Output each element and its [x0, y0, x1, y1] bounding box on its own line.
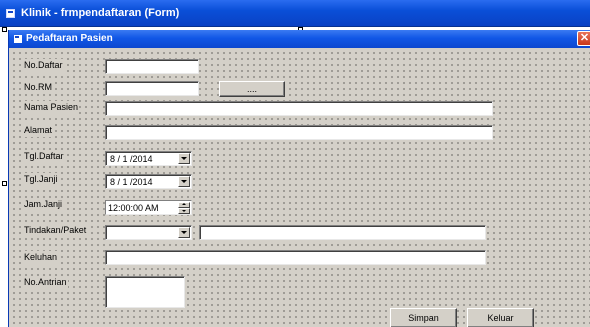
form-icon: [14, 35, 22, 43]
designer-title: Klinik - frmpendaftaran (Form): [21, 7, 180, 19]
no-antrian-label: No.Antrian: [23, 276, 68, 289]
form-client-area: No.Daftar No.RM .... Nama Pasien Alamat …: [9, 48, 590, 327]
jam-janji-timepicker[interactable]: 12:00:00 AM: [105, 200, 192, 215]
nama-pasien-label: Nama Pasien: [23, 101, 80, 114]
jam-janji-label: Jam.Janji: [23, 198, 64, 211]
designer-title-bar: Klinik - frmpendaftaran (Form): [0, 0, 590, 27]
jam-janji-value: 12:00:00 AM: [108, 203, 159, 213]
no-rm-input[interactable]: [105, 81, 199, 96]
chevron-down-icon[interactable]: [178, 176, 190, 187]
tgl-daftar-datepicker[interactable]: 8 / 1 /2014: [105, 151, 192, 166]
no-rm-label: No.RM: [23, 81, 54, 94]
no-antrian-display[interactable]: [105, 276, 185, 308]
resize-handle-middle-left[interactable]: [2, 181, 7, 186]
tindakan-paket-label: Tindakan/Paket: [23, 224, 88, 237]
tgl-daftar-label: Tgl.Daftar: [23, 150, 65, 163]
keluar-button[interactable]: Keluar: [467, 308, 534, 327]
spin-down-icon[interactable]: [178, 208, 190, 214]
alamat-label: Alamat: [23, 124, 54, 137]
close-button[interactable]: ✕: [577, 31, 590, 46]
simpan-button[interactable]: Simpan: [390, 308, 457, 327]
keluhan-input[interactable]: [105, 250, 486, 265]
form-title-bar: Pedaftaran Pasien ✕: [9, 30, 590, 48]
tindakan-paket-select[interactable]: [105, 225, 192, 240]
resize-handle-top-left[interactable]: [2, 27, 7, 32]
chevron-down-icon[interactable]: [178, 227, 190, 238]
browse-rm-button[interactable]: ....: [219, 81, 285, 97]
tgl-janji-datepicker[interactable]: 8 / 1 /2014: [105, 174, 192, 189]
chevron-down-icon[interactable]: [178, 153, 190, 164]
form-window: Pedaftaran Pasien ✕ No.Daftar No.RM ....…: [8, 30, 590, 327]
tgl-janji-value: 8 / 1 /2014: [110, 177, 153, 187]
keluhan-label: Keluhan: [23, 251, 59, 264]
tgl-janji-label: Tgl.Janji: [23, 173, 59, 186]
no-daftar-input[interactable]: [105, 59, 199, 74]
tindakan-detail-input[interactable]: [199, 225, 486, 240]
nama-pasien-input[interactable]: [105, 101, 493, 116]
tgl-daftar-value: 8 / 1 /2014: [110, 154, 153, 164]
no-daftar-label: No.Daftar: [23, 59, 64, 72]
alamat-input[interactable]: [105, 125, 493, 140]
form-title: Pedaftaran Pasien: [26, 33, 113, 44]
form-window-icon: [6, 9, 15, 18]
